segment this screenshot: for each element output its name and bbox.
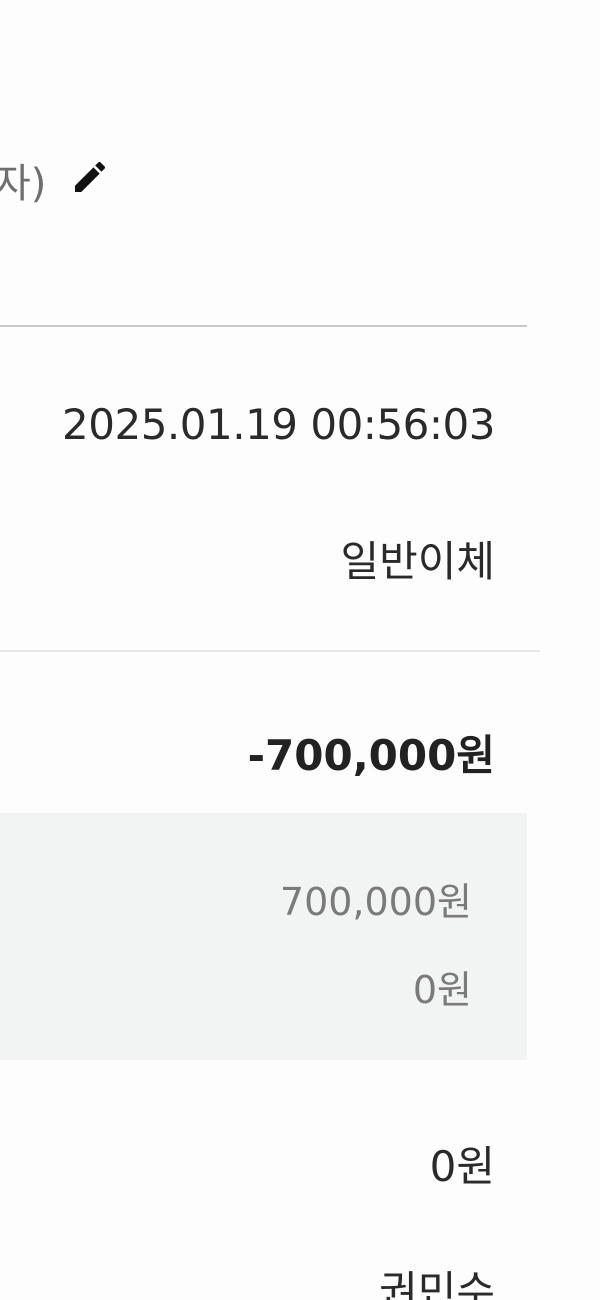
- amount-breakdown: 700,000원 0원: [0, 813, 527, 1060]
- section-divider: [0, 650, 540, 652]
- fee-value: 0원: [429, 1142, 495, 1191]
- edit-button[interactable]: [66, 153, 114, 201]
- breakdown-value-2: 0원: [412, 968, 472, 1012]
- transaction-detail-screen: 자) 2025.01.19 00:56:03 일반이체 -700,000원 70…: [0, 0, 600, 1300]
- recipient-name: 권민수: [379, 1267, 495, 1300]
- pencil-icon: [75, 161, 106, 192]
- transfer-type: 일반이체: [340, 537, 495, 586]
- transaction-datetime: 2025.01.19 00:56:03: [62, 400, 495, 449]
- section-divider: [0, 325, 527, 327]
- breakdown-value-1: 700,000원: [279, 880, 472, 924]
- memo-row: 자): [0, 145, 46, 215]
- memo-text: 자): [0, 161, 47, 207]
- transaction-amount: -700,000원: [247, 731, 495, 780]
